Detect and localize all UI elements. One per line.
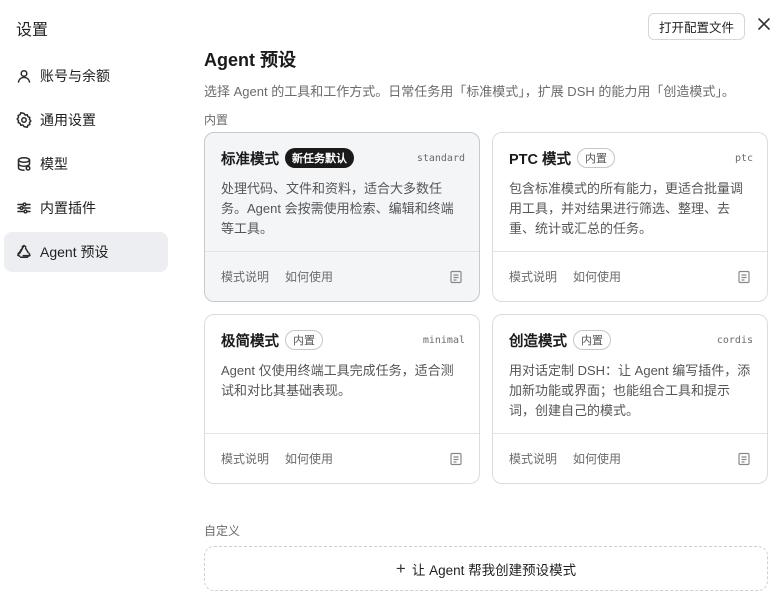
preset-name: 创造模式 (509, 333, 567, 350)
sidebar-item-label: 账号与余额 (40, 68, 110, 84)
builtin-section-label: 内置 (204, 113, 229, 127)
create-preset-button[interactable]: + 让 Agent 帮我创建预设模式 (204, 546, 768, 591)
how-to-use-link[interactable]: 如何使用 (573, 268, 621, 285)
plus-icon: + (395, 559, 406, 578)
sidebar-item-models[interactable]: 模型 (4, 144, 168, 184)
page-title: Agent 预设 (204, 50, 296, 70)
preset-card-cordis[interactable]: 创造模式 内置 cordis 用对话定制 DSH：让 Agent 编写插件，添加… (492, 314, 768, 484)
sidebar-item-general[interactable]: 通用设置 (4, 100, 168, 140)
open-config-button[interactable]: 打开配置文件 (648, 13, 746, 40)
preset-description: 用对话定制 DSH：让 Agent 编写插件，添加新功能或界面；也能组合工具和提… (509, 363, 751, 418)
page-description: 选择 Agent 的工具和工作方式。日常任务用「标准模式」，扩展 DSH 的能力… (204, 84, 735, 99)
preset-card-minimal[interactable]: 极简模式 内置 minimal Agent 仅使用终端工具完成任务，适合测试和对… (204, 314, 480, 484)
sidebar-item-plugins[interactable]: 内置插件 (4, 188, 168, 228)
default-badge: 新任务默认 (285, 148, 354, 168)
sidebar: 账号与余额 通用设置 模型 内置插件 Agent 预设 (4, 56, 168, 276)
document-icon[interactable] (737, 270, 751, 284)
builtin-badge: 内置 (285, 330, 323, 350)
custom-section-label: 自定义 (204, 524, 241, 538)
how-to-use-link[interactable]: 如何使用 (285, 268, 333, 285)
preset-code: minimal (422, 334, 465, 346)
how-to-use-link[interactable]: 如何使用 (573, 450, 621, 467)
preset-code: standard (416, 152, 465, 164)
document-icon[interactable] (449, 270, 463, 284)
sidebar-item-account[interactable]: 账号与余额 (4, 56, 168, 96)
sidebar-item-label: 内置插件 (40, 200, 96, 216)
sidebar-item-label: Agent 预设 (40, 244, 109, 260)
builtin-badge: 内置 (573, 330, 611, 350)
preset-name: 标准模式 (221, 151, 279, 168)
preset-description: 处理代码、文件和资料，适合大多数任务。Agent 会按需使用检索、编辑和终端等工… (221, 181, 454, 236)
settings-title: 设置 (16, 22, 49, 39)
preset-card-ptc[interactable]: PTC 模式 内置 ptc 包含标准模式的所有能力，更适合批量调用工具，并对结果… (492, 132, 768, 302)
gear-icon (16, 112, 32, 128)
create-preset-label: 让 Agent 帮我创建预设模式 (411, 562, 577, 578)
mode-info-link[interactable]: 模式说明 (221, 268, 269, 285)
preset-name: 极简模式 (221, 333, 279, 350)
sidebar-item-label: 模型 (40, 156, 68, 172)
preset-code: ptc (734, 152, 753, 164)
mode-info-link[interactable]: 模式说明 (509, 268, 557, 285)
document-icon[interactable] (449, 452, 463, 466)
recycle-icon (16, 244, 32, 260)
preset-code: cordis (716, 334, 753, 346)
close-icon (757, 17, 771, 36)
sidebar-item-label: 通用设置 (40, 112, 96, 128)
sidebar-item-agent-presets[interactable]: Agent 预设 (4, 232, 168, 272)
sliders-icon (16, 200, 32, 216)
preset-name: PTC 模式 (509, 151, 572, 168)
preset-description: 包含标准模式的所有能力，更适合批量调用工具，并对结果进行筛选、整理、去重、统计或… (509, 181, 744, 236)
preset-card-standard[interactable]: 标准模式 新任务默认 standard 处理代码、文件和资料，适合大多数任务。A… (204, 132, 480, 302)
main-content: Agent 预设 选择 Agent 的工具和工作方式。日常任务用「标准模式」，扩… (204, 48, 768, 484)
user-icon (16, 68, 32, 84)
how-to-use-link[interactable]: 如何使用 (285, 450, 333, 467)
preset-description: Agent 仅使用终端工具完成任务，适合测试和对比其基础表现。 (221, 363, 454, 398)
close-button[interactable] (754, 16, 774, 36)
mode-info-link[interactable]: 模式说明 (221, 450, 269, 467)
builtin-badge: 内置 (577, 148, 616, 168)
preset-grid: 标准模式 新任务默认 standard 处理代码、文件和资料，适合大多数任务。A… (204, 132, 768, 484)
mode-info-link[interactable]: 模式说明 (509, 450, 557, 467)
database-icon (16, 156, 32, 172)
document-icon[interactable] (737, 452, 751, 466)
